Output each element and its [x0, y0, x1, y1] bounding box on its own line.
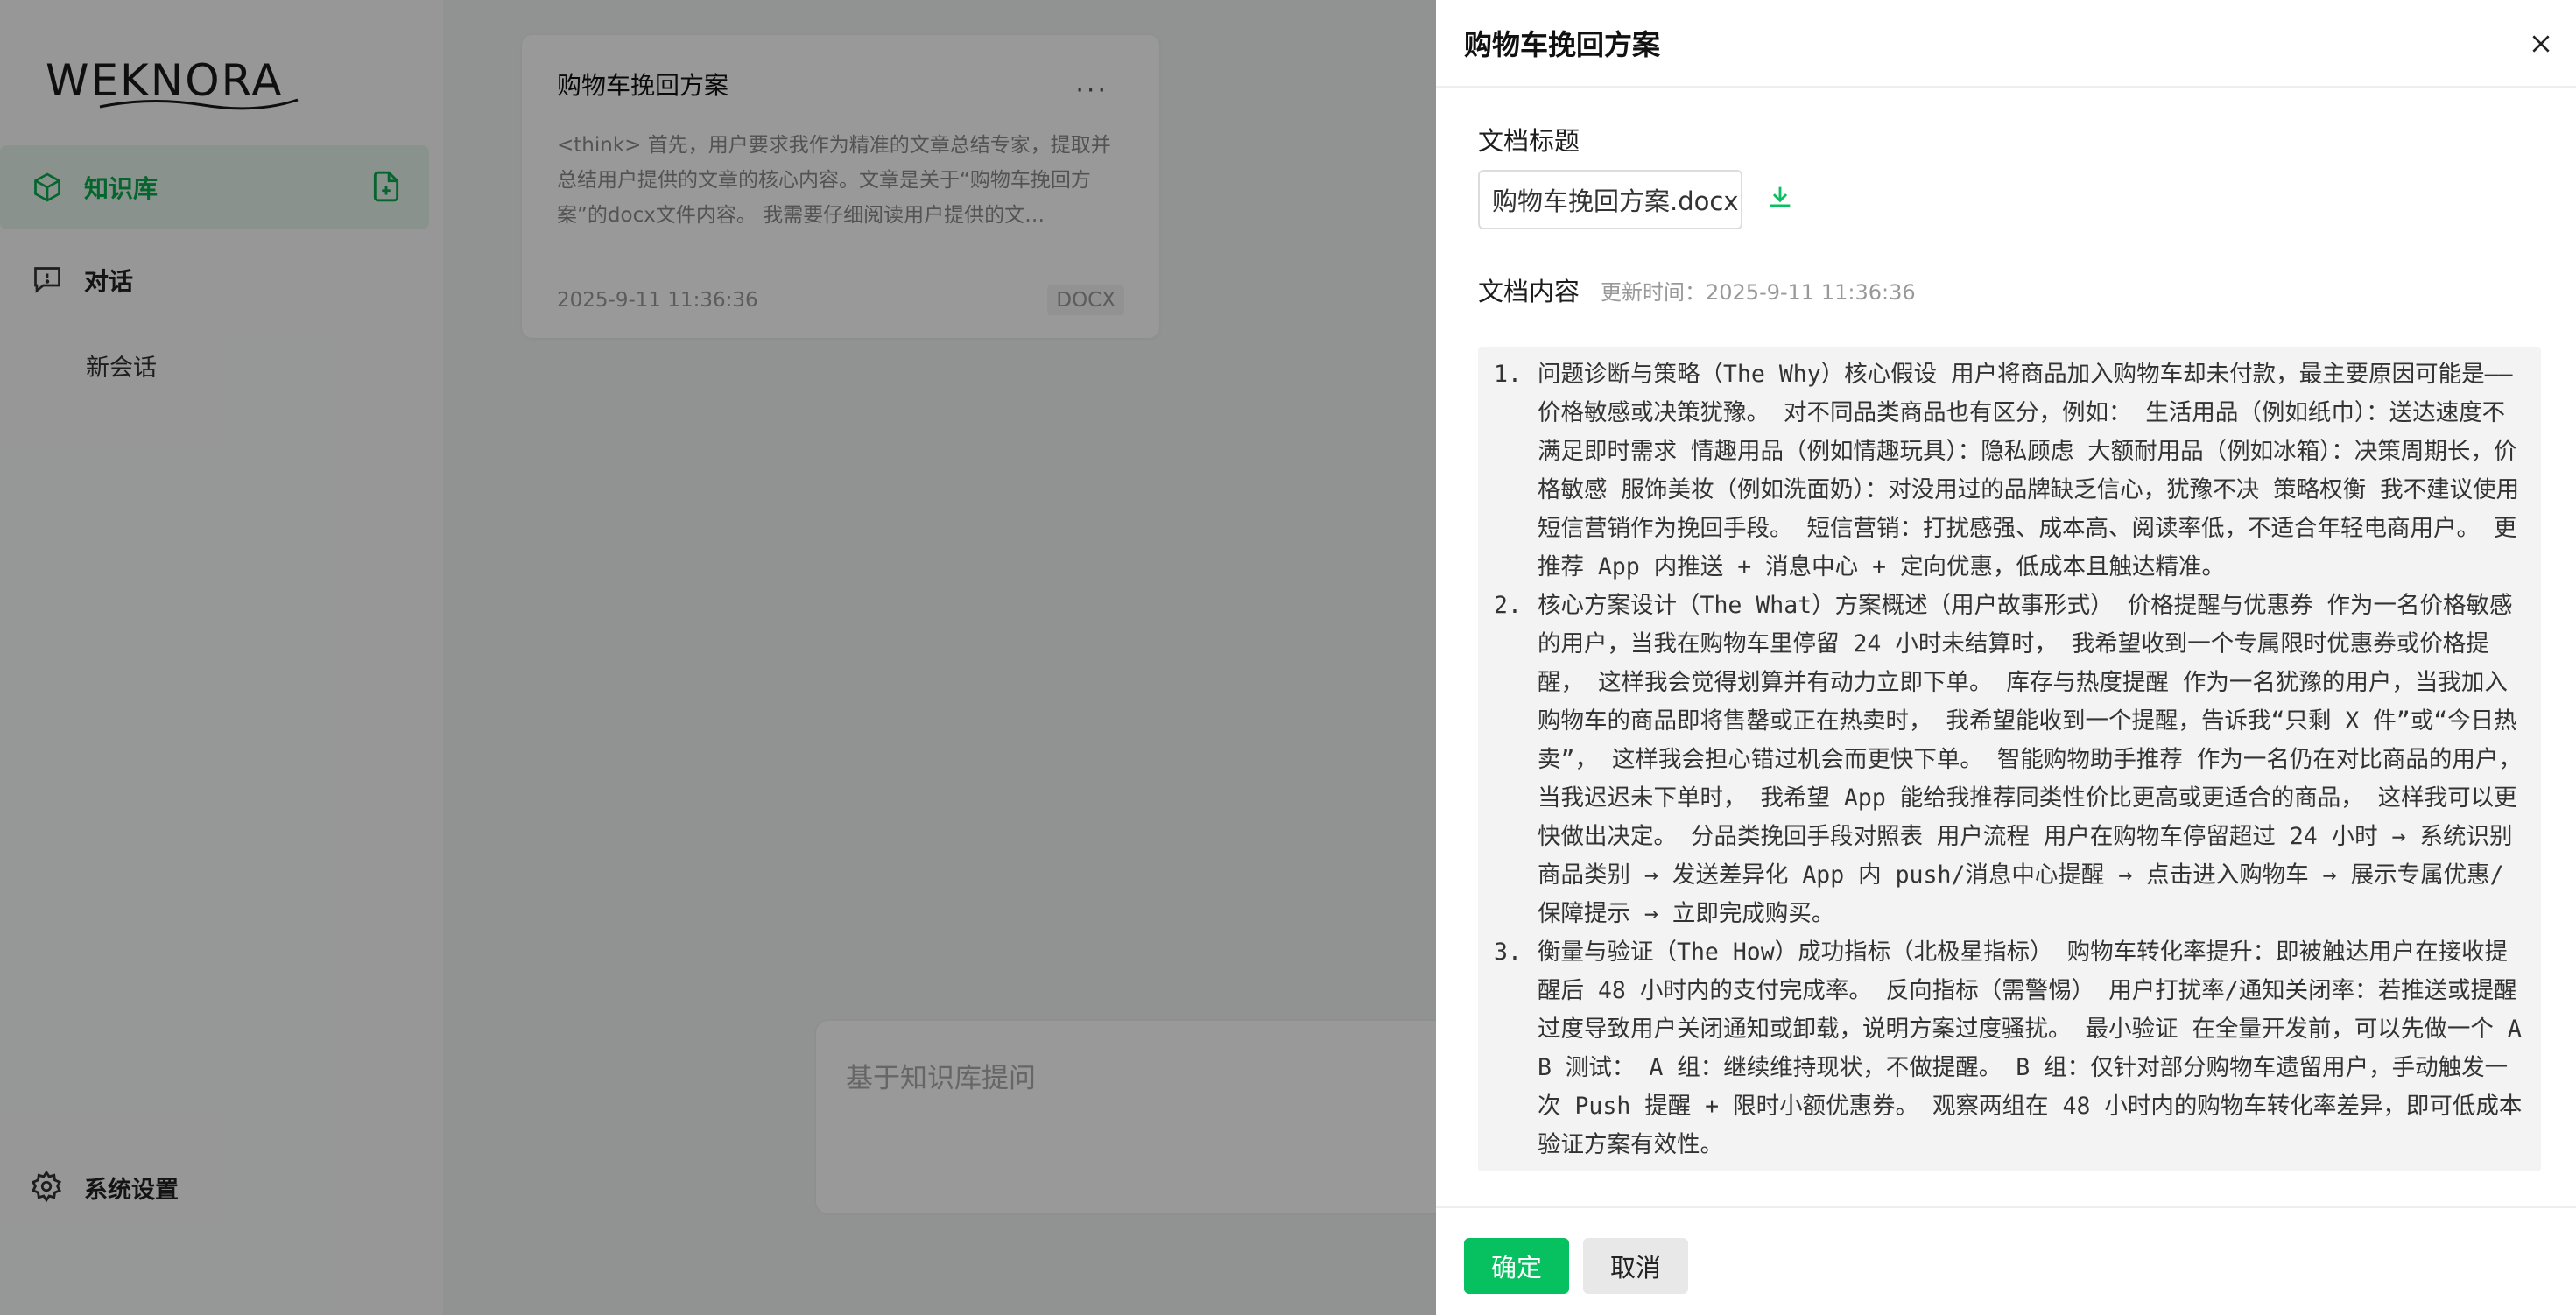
download-icon[interactable] — [1765, 182, 1800, 217]
list-item-number: 1. — [1494, 361, 1522, 388]
file-name-field: 购物车挽回方案.docx — [1478, 170, 1742, 229]
update-time: 更新时间：2025-9-11 11:36:36 — [1601, 280, 1916, 305]
doc-content-box: 1. 问题诊断与策略（The Why）核心假设 用户将商品加入购物车却未付款，最… — [1478, 347, 2541, 1171]
list-item: 2. 核心方案设计（The What）方案概述（用户故事形式） 价格提醒与优惠券… — [1494, 587, 2527, 933]
drawer-footer: 确定 取消 — [1436, 1206, 2576, 1315]
list-item-text: 衡量与验证（The How）成功指标（北极星指标） 购物车转化率提升：即被触达用… — [1538, 939, 2523, 1158]
list-item: 3. 衡量与验证（The How）成功指标（北极星指标） 购物车转化率提升：即被… — [1494, 933, 2527, 1164]
list-item: 1. 问题诊断与策略（The Why）核心假设 用户将商品加入购物车却未付款，最… — [1494, 355, 2527, 587]
drawer-title: 购物车挽回方案 — [1464, 28, 1661, 61]
cancel-button[interactable]: 取消 — [1583, 1238, 1688, 1294]
content-list: 1. 问题诊断与策略（The Why）核心假设 用户将商品加入购物车却未付款，最… — [1494, 355, 2527, 1164]
confirm-button[interactable]: 确定 — [1464, 1238, 1569, 1294]
drawer-header: 购物车挽回方案 — [1436, 0, 2576, 88]
list-item-number: 3. — [1494, 939, 1522, 966]
list-item-number: 2. — [1494, 592, 1522, 619]
list-item-text: 核心方案设计（The What）方案概述（用户故事形式） 价格提醒与优惠券 作为… — [1538, 592, 2522, 927]
close-icon[interactable] — [2522, 25, 2560, 63]
list-item-text: 问题诊断与策略（The Why）核心假设 用户将商品加入购物车却未付款，最主要原… — [1538, 361, 2520, 580]
document-drawer: 购物车挽回方案 文档标题 购物车挽回方案.docx 文档内容 更新时间：2025… — [1436, 0, 2576, 1315]
doc-title-label: 文档标题 — [1478, 126, 1580, 156]
doc-content-label: 文档内容 — [1478, 277, 1580, 306]
